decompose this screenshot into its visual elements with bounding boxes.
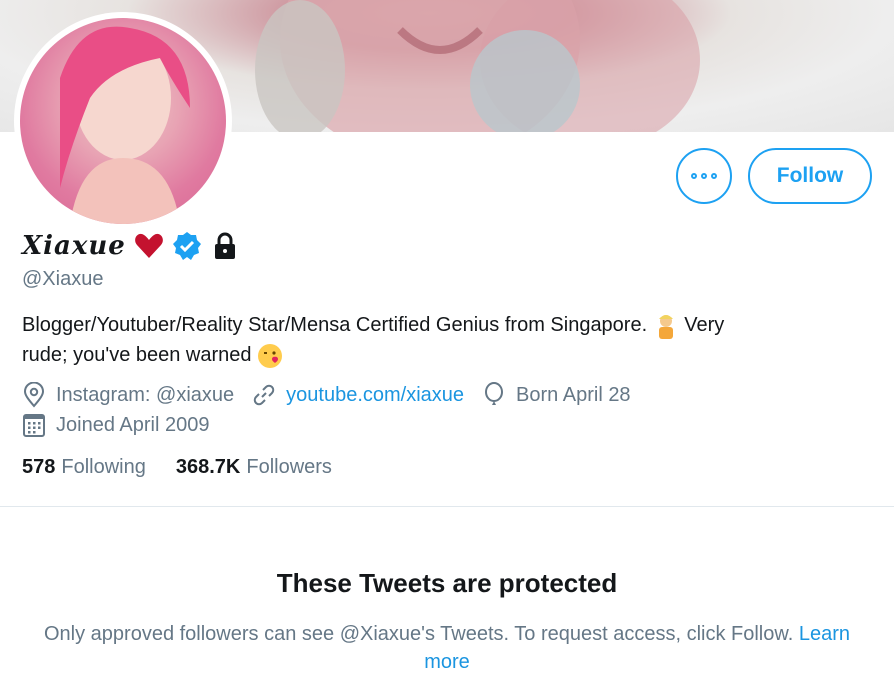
avatar[interactable] (20, 18, 226, 224)
birthday-text: Born April 28 (516, 383, 631, 406)
followers-stat[interactable]: 368.7K Followers (176, 456, 332, 479)
bio-text-tail: Very (684, 314, 725, 336)
person-tipping-hand-icon (658, 314, 673, 339)
face-blowing-kiss-icon (258, 343, 283, 368)
lock-icon (214, 232, 235, 259)
protected-title: These Tweets are protected (276, 568, 618, 598)
heart-icon (134, 233, 163, 258)
profile-handle: @Xiaxue (22, 268, 104, 290)
followers-label: Followers (246, 456, 332, 478)
divider (0, 506, 894, 507)
location-text: Instagram: @xiaxue (56, 383, 235, 406)
bio-text-line2: rude; you've been warned (22, 344, 252, 366)
profile-meta-row-2: Joined April 2009 (22, 412, 227, 438)
avatar-image (60, 26, 190, 224)
location: Instagram: @xiaxue (22, 382, 234, 408)
profile-bio: Blogger/Youtuber/Reality Star/Mensa Cert… (22, 310, 882, 370)
calendar-icon (23, 414, 45, 437)
join-date-text: Joined April 2009 (56, 413, 210, 436)
protected-message: Only approved followers can see @Xiaxue'… (30, 620, 864, 676)
name-row: Xiaxue (22, 226, 240, 266)
join-date: Joined April 2009 (22, 412, 209, 438)
following-stat[interactable]: 578 Following (22, 456, 146, 479)
verified-icon (172, 232, 201, 260)
follow-button[interactable]: Follow (748, 148, 872, 204)
protected-message-text: Only approved followers can see @Xiaxue'… (43, 623, 794, 645)
bio-text: Blogger/Youtuber/Reality Star/Mensa Cert… (22, 314, 648, 336)
link-icon (253, 384, 275, 406)
profile-stats: 578 Following 368.7K Followers (22, 456, 362, 479)
display-name: Xiaxue (22, 231, 126, 261)
website[interactable]: youtube.com/xiaxue (252, 383, 464, 407)
location-icon (23, 382, 45, 408)
more-icon (691, 173, 697, 179)
following-label: Following (61, 456, 146, 478)
birthday: Born April 28 (482, 382, 631, 408)
balloon-icon (485, 382, 504, 405)
more-button[interactable] (676, 148, 732, 204)
followers-count: 368.7K (175, 456, 241, 478)
website-link[interactable]: youtube.com/xiaxue (286, 384, 464, 407)
profile-meta-row-1: Instagram: @xiaxue youtube.com/xiaxue Bo… (22, 382, 649, 408)
following-count: 578 (22, 456, 56, 478)
